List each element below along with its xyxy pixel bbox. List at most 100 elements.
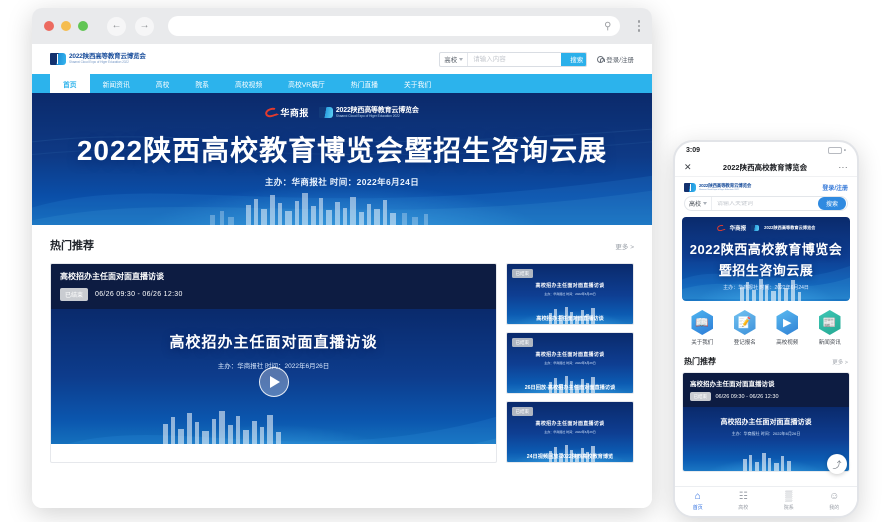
search-category-dropdown[interactable]: 高校 [440, 52, 469, 66]
status-badge: 已结束 [512, 269, 533, 278]
status-badge: 已结束 [512, 407, 533, 416]
nav-item-about[interactable]: 关于我们 [391, 74, 444, 93]
chevron-down-icon [703, 202, 708, 205]
forward-button[interactable]: → [135, 16, 154, 36]
search-category-label: 高校 [444, 57, 458, 64]
home-icon: ⌂ [694, 491, 701, 502]
nav-item-departments[interactable]: 院系 [182, 74, 222, 93]
battery-cap-icon: • [843, 147, 846, 154]
search-category-label: 高校 [689, 202, 702, 208]
tab-universities[interactable]: ☷ 高校 [721, 491, 767, 512]
login-register-link[interactable]: 登录/注册 [597, 54, 634, 64]
login-register-label: 登录/注册 [606, 57, 634, 64]
phone-card-title: 高校招办主任面对面直播访谈 [690, 381, 775, 388]
tab-departments[interactable]: ▒ 院系 [766, 492, 812, 512]
minimize-window-button[interactable] [61, 21, 71, 31]
video-overlay-title: 高校招办主任面对面直播访谈 [169, 334, 378, 351]
kebab-menu-icon[interactable] [637, 20, 640, 32]
quick-link-news[interactable]: 📰 新闻资讯 [812, 310, 848, 346]
search-button[interactable]: 搜索 [817, 197, 846, 210]
search-button[interactable]: 搜索 [561, 52, 587, 66]
quick-link-video[interactable]: ▶ 高校视频 [769, 310, 805, 346]
nav-item-live[interactable]: 热门直播 [338, 74, 391, 93]
quick-link-about[interactable]: 📖 关于我们 [684, 310, 720, 346]
card-inner-title: 高校招办主任面对面直播访谈 [535, 352, 605, 358]
expo-logo-en: Shaanxi Cloud Expo of Higer Education 20… [335, 114, 400, 119]
expo-logo-cn: 2022陕西高等教育云博览会 [335, 106, 419, 114]
traffic-lights [44, 21, 88, 31]
more-link[interactable]: 更多 > [832, 358, 848, 366]
card-inner-subtitle: 主办：华商报社 时间：2022年6月26日 [544, 361, 596, 365]
hero-logo-row: 华商报 2022陕西高等教育云博览会 Shaanxi Cloud Expo of… [32, 93, 652, 119]
logo-title-cn: 2022陕西高等教育云博览会 [699, 182, 752, 188]
phone-card-header: 高校招办主任面对面直播访谈 已结束 06/26 09:30 - 06/26 12… [683, 373, 849, 407]
phone-content: 2022陕西高等教育云博览会 Shaanxi Cloud Expo of Hig… [675, 177, 857, 502]
form-pen-icon: 📝 [734, 310, 756, 335]
skyline-decoration [163, 411, 281, 444]
list-item[interactable]: 已结束 高校招办主任面对面直播访谈 主办：华商报社 时间：2022年6月26日 [506, 332, 634, 394]
hero-banner: 华商报 2022陕西高等教育云博览会 Shaanxi Cloud Expo of… [32, 93, 652, 225]
user-icon [597, 55, 605, 63]
quick-link-label: 高校视频 [776, 340, 799, 346]
card-inner-subtitle: 主办：华商报社 时间：2022年6月26日 [544, 292, 596, 296]
phone-hero-banner[interactable]: 华商报 2022陕西高等教育云博览会 2022陕西高校教育博览会 暨招生咨询云展… [682, 217, 850, 301]
more-menu-icon[interactable]: ··· [839, 163, 849, 172]
featured-video-player[interactable]: 高校招办主任面对面直播访谈 主办：华商报社 时间：2022年6月26日 [51, 309, 496, 444]
phone-card-time: 06/26 09:30 - 06/26 12:30 [715, 393, 779, 400]
search-category-dropdown[interactable]: 高校 [685, 197, 713, 210]
nav-item-universities[interactable]: 高校 [143, 74, 183, 93]
banner-title-line1: 2022陕西高校教育博览会 [689, 242, 843, 257]
hero-title: 2022陕西高校教育博览会暨招生咨询云展 [76, 135, 608, 166]
book-logo-icon [751, 224, 760, 232]
nav-item-home[interactable]: 首页 [50, 74, 90, 93]
more-link[interactable]: 更多 > [615, 241, 634, 251]
phone-header: 2022陕西高等教育云博览会 Shaanxi Cloud Expo of Hig… [675, 177, 857, 196]
tab-profile[interactable]: ☺ 我的 [812, 491, 858, 512]
featured-live-card[interactable]: 高校招办主任面对面直播访谈 已结束 06/26 09:30 - 06/26 12… [50, 263, 497, 463]
skyline-decoration [740, 279, 801, 301]
search-input[interactable] [712, 200, 818, 207]
nav-item-vr-hall[interactable]: 高校VR展厅 [275, 74, 338, 93]
search-input[interactable] [468, 52, 562, 66]
website-page: 2022陕西高等教育云博览会 Shaanxi Cloud Expo of Hig… [32, 44, 652, 508]
nav-item-videos[interactable]: 高校视频 [222, 74, 275, 93]
card-caption: 高校招办主任面对面直播访谈 [536, 316, 604, 322]
nav-item-news[interactable]: 新闻资讯 [90, 74, 143, 93]
expo-logo-cn: 2022陕西高等教育云博览会 [764, 225, 816, 230]
site-logo[interactable]: 2022陕西高等教育云博览会 Shaanxi Cloud Expo of Hig… [684, 183, 751, 192]
phone-search: 高校 搜索 [684, 196, 848, 211]
phone-featured-card[interactable]: 高校招办主任面对面直播访谈 已结束 06/26 09:30 - 06/26 12… [682, 372, 850, 472]
video-play-icon: ▶ [776, 310, 798, 335]
search-icon: ⚲ [604, 20, 612, 32]
url-bar[interactable]: ⚲ [168, 16, 620, 36]
close-window-button[interactable] [44, 21, 54, 31]
site-navigation: 首页 新闻资讯 高校 院系 高校视频 高校VR展厅 热门直播 关于我们 [32, 74, 652, 93]
person-icon: ☺ [829, 491, 840, 502]
building-icon: ☷ [738, 491, 748, 502]
forward-arrow-icon: → [139, 20, 150, 31]
scroll-to-top-icon[interactable]: ⤴ [827, 454, 847, 474]
site-logo[interactable]: 2022陕西高等教育云博览会 Shaanxi Cloud Expo of Hig… [50, 53, 146, 65]
skyline-decoration [210, 193, 428, 225]
quick-link-label: 关于我们 [691, 340, 714, 346]
expo-logo: 2022陕西高等教育云博览会 Shaanxi Cloud Expo of Hig… [318, 106, 419, 119]
zoom-window-button[interactable] [78, 21, 88, 31]
play-icon[interactable] [258, 366, 289, 397]
list-item[interactable]: 已结束 高校招办主任面对面直播访谈 主办：华商报社 时间：2022年6月26日 [506, 263, 634, 325]
fab-glyph: ⤴ [832, 459, 842, 470]
skyline-decoration [743, 453, 791, 471]
recommend-section-header: 热门推荐 更多 > [50, 237, 634, 253]
back-button[interactable]: ← [107, 16, 126, 36]
battery-icon: • [827, 147, 846, 154]
back-arrow-icon: ← [111, 20, 122, 31]
tab-home[interactable]: ⌂ 首页 [675, 491, 721, 512]
book-icon: 📖 [691, 310, 713, 335]
header-right-group: 高校 搜索 登录/注册 [439, 51, 634, 67]
quick-link-register[interactable]: 📝 登记报名 [727, 310, 763, 346]
close-icon[interactable]: ✕ [684, 163, 692, 172]
login-register-link[interactable]: 登录/注册 [822, 183, 848, 192]
mobile-phone-mockup: 3:09 • ✕ 2022陕西高校教育博览会 ··· 2022陕西高等教育云博览… [673, 140, 859, 518]
phone-video-thumbnail[interactable]: 高校招办主任面对面直播访谈 主办：华商报社 时间：2022年6月26日 [683, 407, 849, 471]
section-title: 热门推荐 [50, 240, 94, 252]
list-item[interactable]: 已结束 高校招办主任面对面直播访谈 主办：华商报社 时间：2022年6月26日 [506, 401, 634, 463]
